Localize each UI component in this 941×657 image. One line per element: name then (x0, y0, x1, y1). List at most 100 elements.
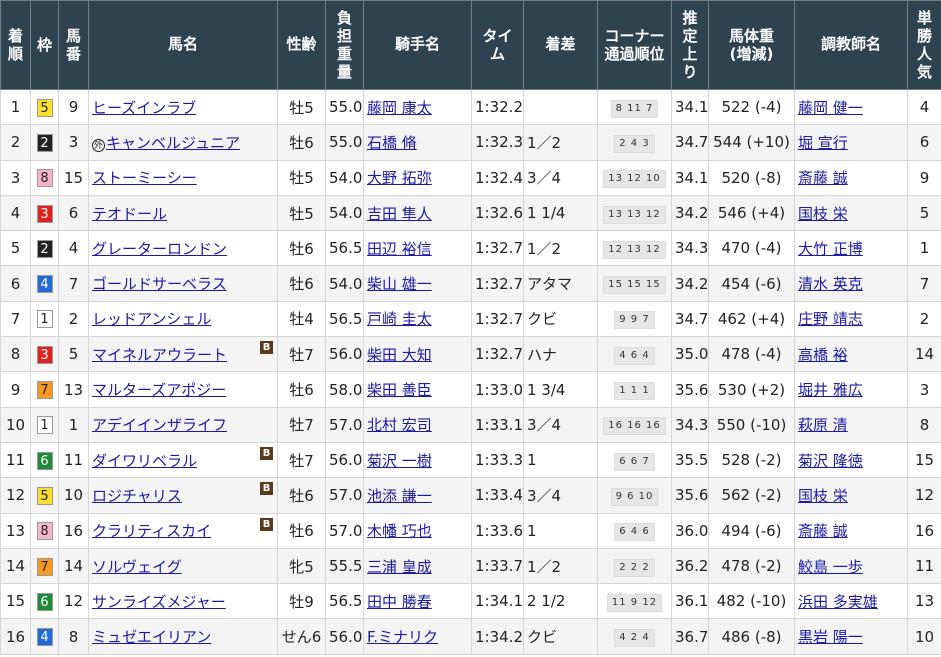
waku-badge: 1 (36, 310, 53, 329)
header-popularity: 単勝人気 (907, 0, 941, 90)
trainer-cell: 国枝 栄 (794, 194, 908, 232)
corner-positions-cell: 13 13 12 (597, 194, 672, 232)
last-3f: 35.0 (671, 336, 709, 373)
horse-name-link[interactable]: レッドアンシェル (92, 310, 211, 328)
last-3f: 36.0 (671, 512, 709, 549)
jockey-link[interactable]: 柴田 大知 (367, 346, 432, 364)
horse-name-link[interactable]: サンライズメジャー (92, 593, 226, 611)
horse-number: 8 (58, 618, 89, 655)
jockey-link[interactable]: F.ミナリク (367, 628, 438, 646)
horse-name-link[interactable]: キャンベルジュニア (106, 134, 240, 152)
jockey-link[interactable]: 石橋 脩 (367, 134, 417, 152)
trainer-link[interactable]: 堀 宣行 (798, 134, 848, 152)
jockey-cell: 三浦 皇成 (363, 547, 472, 585)
carried-weight: 55.0 (325, 88, 364, 126)
jockey-cell: 柴山 雄一 (363, 265, 472, 302)
last-3f: 35.5 (671, 441, 709, 479)
corner-positions: 13 13 12 (603, 205, 666, 224)
horse-name-link[interactable]: ミュゼエイリアン (92, 628, 211, 646)
jockey-link[interactable]: 北村 宏司 (367, 416, 432, 434)
header-margin: 着差 (523, 0, 598, 90)
horse-name-link[interactable]: テオドール (92, 205, 167, 223)
waku-cell: 3 (30, 194, 59, 232)
corner-positions: 4 2 4 (614, 629, 655, 648)
trainer-link[interactable]: 清水 英克 (798, 275, 863, 293)
jockey-cell: 戸崎 圭太 (363, 300, 472, 338)
horse-number: 1 (58, 406, 89, 443)
body-weight: 550 (-10) (708, 406, 795, 443)
trainer-link[interactable]: 黒岩 陽一 (798, 628, 863, 646)
finish-time: 1:34.1 (471, 583, 524, 620)
horse-name-link[interactable]: クラリティスカイ (92, 522, 211, 540)
trainer-cell: 堀 宣行 (794, 124, 908, 161)
finish-position: 14 (0, 547, 31, 585)
table-row: 4 3 6 テオドール 牡5 54.0 吉田 隼人 1:32.6 1 1/4 1… (0, 194, 941, 232)
horse-name-link[interactable]: ヒーズインラブ (92, 99, 196, 117)
trainer-link[interactable]: 大竹 正博 (798, 240, 863, 258)
jockey-link[interactable]: 木幡 巧也 (367, 522, 432, 540)
jockey-link[interactable]: 柴田 善臣 (367, 381, 432, 399)
finish-position: 12 (0, 477, 31, 514)
horse-name-link[interactable]: ソルヴェイグ (92, 558, 182, 576)
horse-name-link[interactable]: ストーミーシー (92, 169, 197, 187)
trainer-link[interactable]: 浜田 多実雄 (798, 593, 878, 611)
trainer-link[interactable]: 国枝 栄 (798, 205, 848, 223)
popularity: 1 (907, 230, 941, 267)
trainer-link[interactable]: 高橋 裕 (798, 346, 848, 364)
corner-positions: 8 11 7 (610, 99, 659, 118)
jockey-link[interactable]: 大野 拓弥 (367, 169, 432, 187)
trainer-link[interactable]: 国枝 栄 (798, 487, 848, 505)
popularity: 8 (907, 406, 941, 443)
popularity: 11 (907, 547, 941, 585)
corner-positions-cell: 4 2 4 (597, 618, 672, 655)
horse-name-link[interactable]: マイネルアウラート (92, 346, 227, 364)
trainer-link[interactable]: 萩原 清 (798, 416, 848, 434)
horse-name-cell: テオドール (88, 194, 278, 232)
margin: クビ (523, 300, 598, 338)
header-last-3f: 推定上り (671, 0, 709, 90)
jockey-link[interactable]: 菊沢 一樹 (367, 452, 432, 470)
trainer-link[interactable]: 庄野 靖志 (798, 310, 863, 328)
trainer-cell: 藤岡 健一 (794, 88, 908, 126)
corner-positions: 11 9 12 (606, 593, 663, 612)
horse-name-link[interactable]: ダイワリベラル (92, 452, 197, 470)
jockey-link[interactable]: 池添 謙一 (367, 487, 432, 505)
horse-name-link[interactable]: アデイインザライフ (92, 416, 227, 434)
jockey-link[interactable]: 田辺 裕信 (367, 240, 432, 258)
last-3f: 34.7 (671, 300, 709, 338)
trainer-link[interactable]: 菊沢 隆徳 (798, 452, 863, 470)
margin: 1 3/4 (523, 371, 598, 408)
trainer-cell: 清水 英克 (794, 265, 908, 302)
horse-name-link[interactable]: ロジチャリス (92, 487, 182, 505)
jockey-cell: F.ミナリク (363, 618, 472, 655)
jockey-link[interactable]: 戸崎 圭太 (367, 310, 432, 328)
corner-positions-cell: 9 9 7 (597, 300, 672, 338)
sex-age: 牡6 (277, 124, 326, 161)
jockey-link[interactable]: 三浦 皇成 (367, 558, 432, 576)
jockey-link[interactable]: 田中 勝春 (367, 593, 432, 611)
finish-time: 1:32.6 (471, 194, 524, 232)
margin: 1／2 (523, 124, 598, 161)
jockey-cell: 藤岡 康太 (363, 88, 472, 126)
last-3f: 34.3 (671, 230, 709, 267)
popularity: 7 (907, 265, 941, 302)
margin: アタマ (523, 265, 598, 302)
jockey-link[interactable]: 吉田 隼人 (367, 205, 432, 223)
popularity: 13 (907, 583, 941, 620)
horse-number: 10 (58, 477, 89, 514)
horse-name-link[interactable]: マルターズアポジー (92, 381, 226, 399)
trainer-link[interactable]: 藤岡 健一 (798, 99, 863, 117)
jockey-link[interactable]: 柴山 雄一 (367, 275, 432, 293)
trainer-cell: 堀井 雅広 (794, 371, 908, 408)
jockey-link[interactable]: 藤岡 康太 (367, 99, 432, 117)
trainer-cell: 大竹 正博 (794, 230, 908, 267)
trainer-link[interactable]: 斎藤 誠 (798, 169, 848, 187)
trainer-link[interactable]: 堀井 雅広 (798, 381, 863, 399)
header-row: 着順 枠 馬番 馬名 性齢 負担重量 騎手名 タイム 着差 コーナー通過順位 推… (0, 0, 941, 90)
horse-name-link[interactable]: グレーターロンドン (92, 240, 227, 258)
carried-weight: 57.0 (325, 512, 364, 549)
horse-number: 16 (58, 512, 89, 549)
trainer-link[interactable]: 斎藤 誠 (798, 522, 848, 540)
trainer-link[interactable]: 鮫島 一歩 (798, 558, 863, 576)
horse-name-link[interactable]: ゴールドサーベラス (92, 275, 227, 293)
